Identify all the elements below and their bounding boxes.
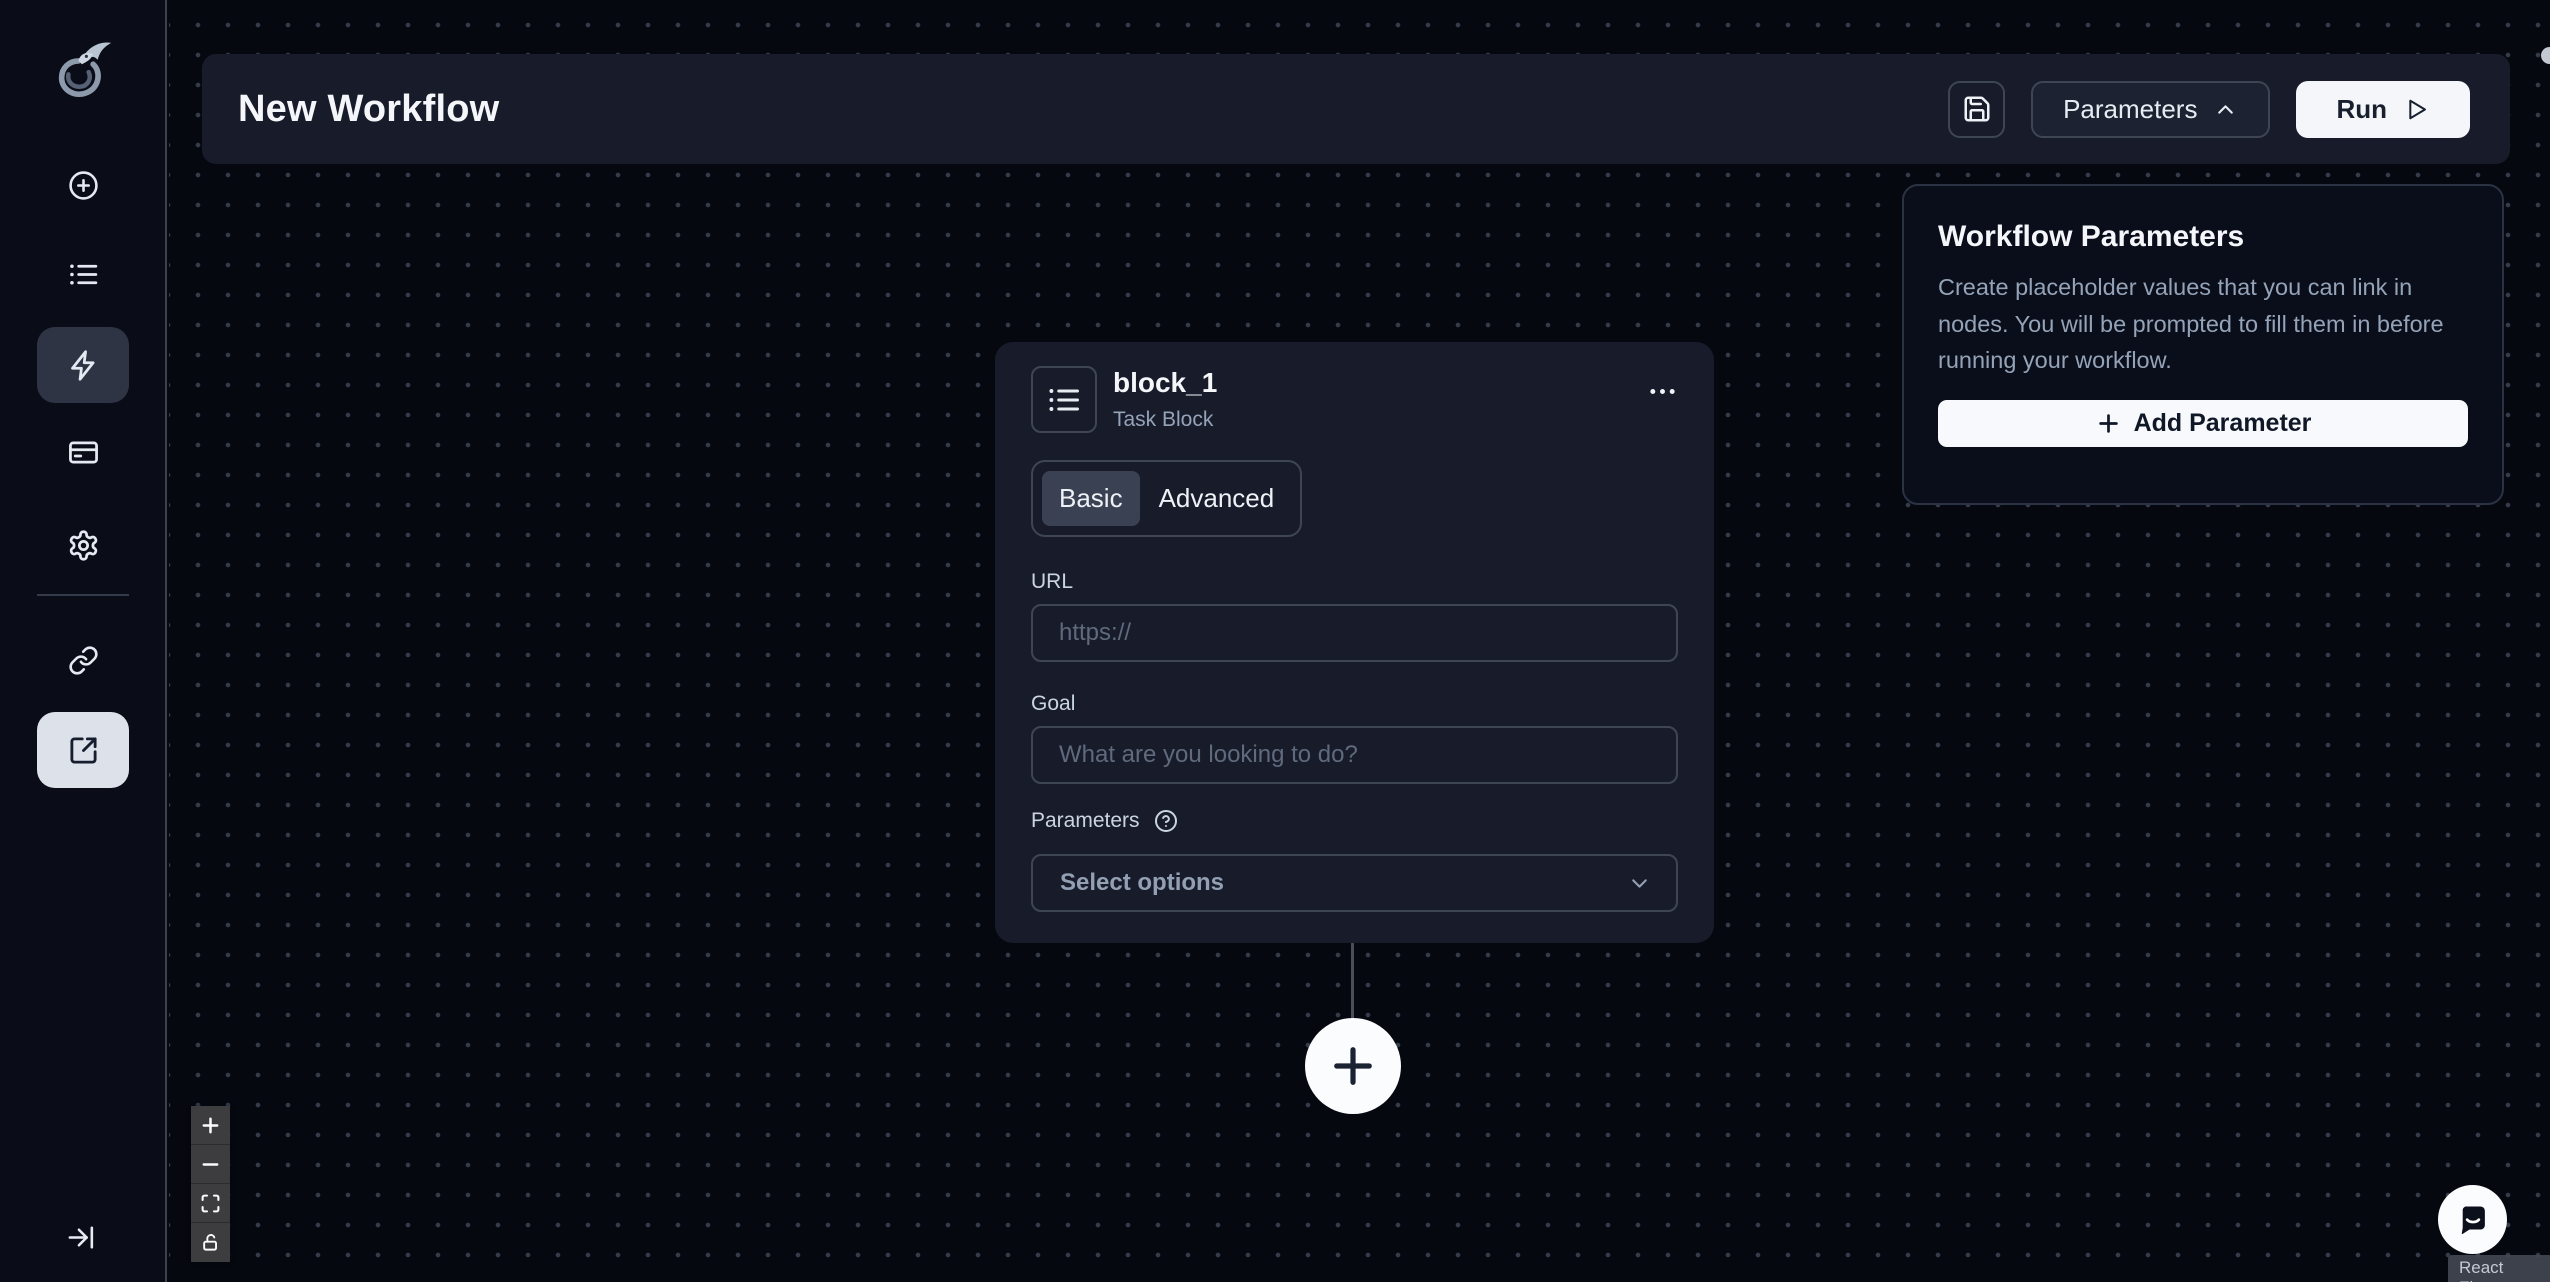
sidebar-item-billing[interactable]	[37, 414, 129, 490]
parameters-select-value: Select options	[1060, 869, 1225, 896]
sidebar-item-create[interactable]	[37, 147, 129, 223]
header-actions: Parameters Run	[1948, 80, 2470, 138]
plus-icon	[1327, 1040, 1379, 1092]
ellipsis-icon	[1647, 376, 1678, 407]
workflow-header: New Workflow Parameters Run	[202, 54, 2510, 164]
credit-card-icon	[67, 436, 100, 469]
question-circle-icon[interactable]	[1154, 809, 1178, 833]
unlock-icon	[201, 1233, 220, 1252]
node-title: block_1	[1113, 367, 1218, 398]
plus-icon	[199, 1114, 222, 1137]
sidebar-item-settings[interactable]	[37, 507, 129, 583]
run-button-label: Run	[2336, 93, 2387, 124]
node-subtitle: Task Block	[1113, 408, 1214, 431]
node-icon-box	[1031, 366, 1097, 433]
lock-toggle-button[interactable]	[191, 1223, 230, 1262]
add-parameter-button[interactable]: Add Parameter	[1938, 399, 2468, 447]
save-button[interactable]	[1948, 80, 2006, 138]
parameters-label-row: Parameters	[1031, 809, 1678, 833]
minus-icon	[199, 1153, 222, 1176]
fit-view-button[interactable]	[191, 1184, 230, 1223]
run-button[interactable]: Run	[2296, 80, 2470, 138]
page-title: New Workflow	[238, 87, 500, 130]
arrow-right-to-line-icon	[66, 1222, 97, 1253]
play-icon	[2403, 96, 2430, 123]
sidebar-divider	[37, 594, 129, 596]
sidebar-item-workflows[interactable]	[37, 327, 129, 403]
node-mode-tabs: Basic Advanced	[1031, 460, 1303, 537]
parameters-label: Parameters	[1031, 809, 1140, 832]
goal-input[interactable]	[1031, 726, 1678, 784]
canvas-controls	[191, 1106, 230, 1262]
sidebar-item-runs[interactable]	[37, 236, 129, 312]
url-input[interactable]	[1031, 604, 1678, 662]
fit-view-icon	[200, 1193, 221, 1214]
workflow-editor: New Workflow Parameters Run block_1 Task…	[0, 0, 2550, 1282]
panel-description: Create placeholder values that you can l…	[1938, 274, 2444, 373]
chevron-up-icon	[2213, 97, 2238, 122]
node-titles: block_1 Task Block	[1113, 366, 1217, 432]
zoom-out-button[interactable]	[191, 1145, 230, 1184]
panel-title: Workflow Parameters	[1938, 220, 2245, 253]
sidebar-item-share[interactable]	[37, 712, 129, 788]
link-icon	[68, 645, 99, 676]
external-link-icon	[68, 735, 99, 766]
parameters-select[interactable]: Select options	[1031, 854, 1678, 912]
add-node-button[interactable]	[1305, 1018, 1401, 1114]
add-parameter-label: Add Parameter	[2133, 408, 2312, 437]
plus-circle-icon	[68, 170, 99, 201]
zap-icon	[67, 349, 100, 382]
sidebar-item-integrations[interactable]	[37, 622, 129, 698]
chevron-down-icon	[1627, 871, 1652, 896]
tab-advanced[interactable]: Advanced	[1142, 471, 1292, 526]
url-label: URL	[1031, 570, 1074, 593]
parameters-button-label: Parameters	[2063, 93, 2198, 124]
skyvern-dragon-logo[interactable]	[47, 34, 119, 108]
chat-widget-button[interactable]	[2438, 1185, 2507, 1254]
workflow-parameters-panel: Workflow Parameters Create placeholder v…	[1902, 184, 2504, 505]
sidebar	[0, 0, 167, 1282]
list-icon	[67, 258, 100, 291]
plus-icon	[2095, 410, 2122, 437]
gear-icon	[67, 529, 100, 562]
react-flow-attribution[interactable]: React Flow	[2448, 1255, 2550, 1282]
tab-basic[interactable]: Basic	[1042, 471, 1140, 526]
list-icon	[1046, 382, 1082, 418]
floppy-disk-icon	[1962, 94, 1992, 124]
sidebar-collapse-button[interactable]	[55, 1211, 107, 1263]
node-header: block_1 Task Block	[1031, 366, 1678, 433]
zoom-in-button[interactable]	[191, 1106, 230, 1145]
node-menu-button[interactable]	[1647, 366, 1678, 407]
goal-label: Goal	[1031, 692, 1076, 715]
parameters-toggle-button[interactable]: Parameters	[2031, 80, 2271, 138]
task-block-node[interactable]: block_1 Task Block Basic Advanced URL Go…	[995, 342, 1714, 943]
flow-edge	[1351, 943, 1354, 1021]
chat-bubble-smile-icon	[2454, 1201, 2492, 1239]
